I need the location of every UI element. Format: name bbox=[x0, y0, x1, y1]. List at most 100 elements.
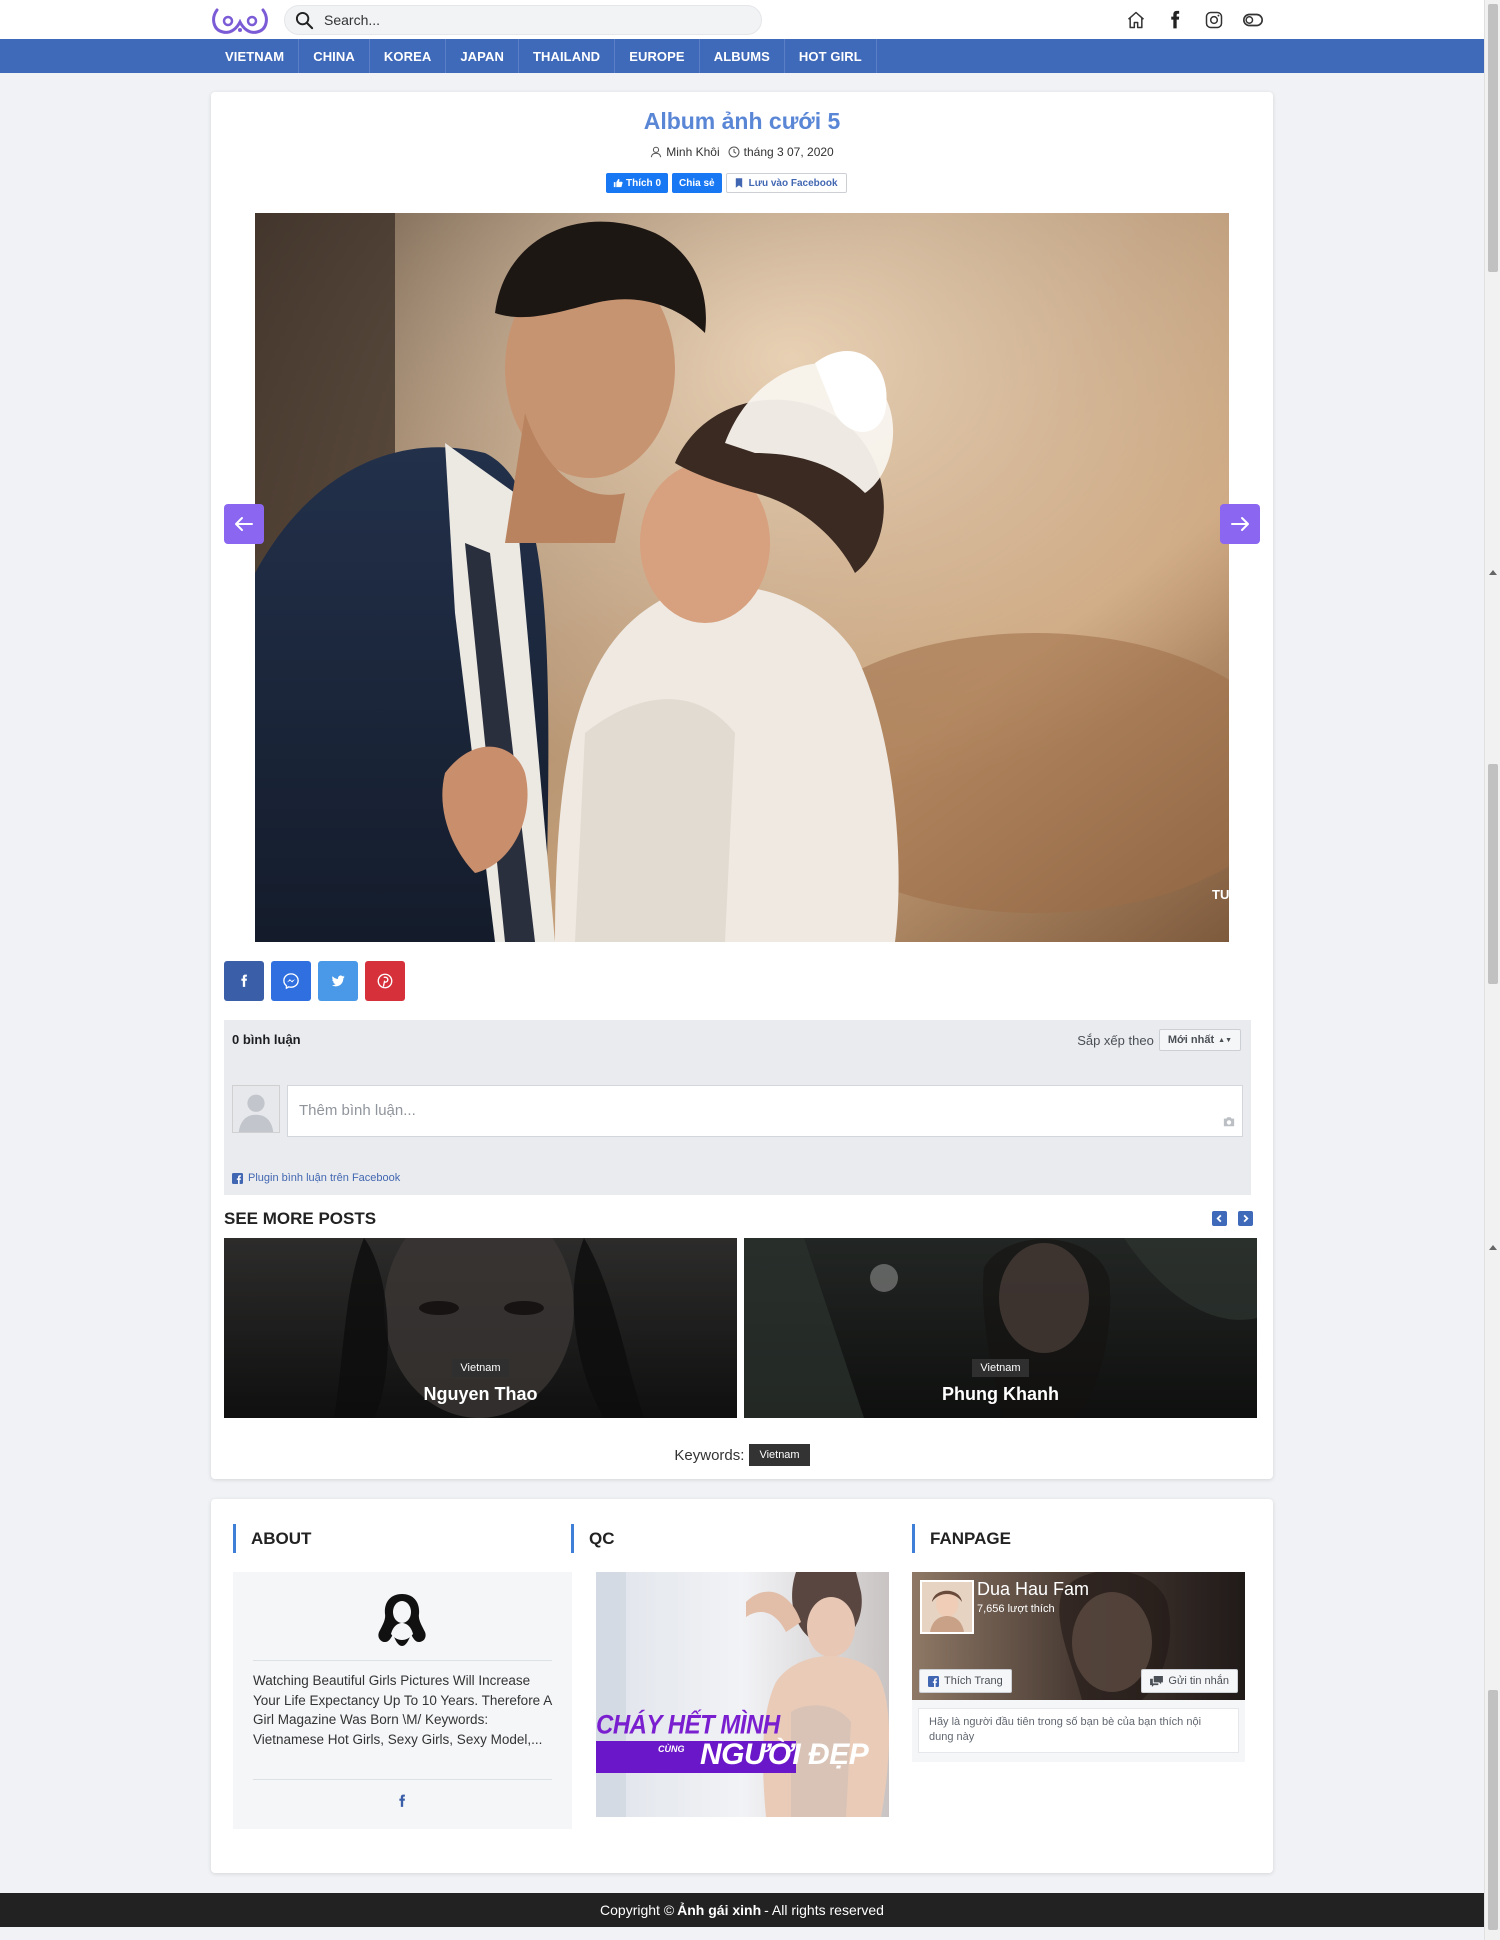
see-more-prev-button[interactable] bbox=[1212, 1211, 1227, 1226]
nav-item-albums[interactable]: ALBUMS bbox=[700, 39, 785, 73]
fanpage-likes: 7,656 lượt thích bbox=[977, 1603, 1055, 1615]
copyright-prefix: Copyright © bbox=[600, 1902, 675, 1918]
see-more-title: SEE MORE POSTS bbox=[224, 1209, 377, 1228]
see-more-arrows bbox=[1212, 1211, 1253, 1226]
comment-count: 0 bình luận bbox=[232, 1032, 301, 1047]
about-title: ABOUT bbox=[233, 1524, 311, 1553]
ad-headline-2: NGƯỜI ĐẸP bbox=[700, 1738, 869, 1771]
search-box[interactable]: Search... bbox=[284, 5, 762, 35]
scroll-up-icon[interactable] bbox=[1489, 1245, 1497, 1250]
scrollbar-thumb[interactable] bbox=[1488, 1690, 1498, 1930]
sort-select[interactable]: Mới nhất ▲▼ bbox=[1158, 1029, 1241, 1051]
nav-item-vietnam[interactable]: VIETNAM bbox=[211, 39, 300, 73]
facebook-share-button[interactable]: Chia sẻ bbox=[672, 173, 722, 193]
chevron-right-icon bbox=[1243, 1214, 1249, 1223]
related-post-title[interactable]: Phung Khanh bbox=[744, 1384, 1257, 1405]
header-icons bbox=[1124, 8, 1265, 32]
comments-plugin-link[interactable]: Plugin bình luận trên Facebook bbox=[232, 1172, 400, 1184]
nav-item-korea[interactable]: KOREA bbox=[370, 39, 447, 73]
share-messenger-button[interactable] bbox=[271, 961, 311, 1001]
album-photo[interactable]: TU bbox=[255, 213, 1229, 942]
related-post-title[interactable]: Nguyen Thao bbox=[224, 1384, 737, 1405]
site-logo-icon[interactable] bbox=[211, 4, 269, 36]
scrollbar-thumb[interactable] bbox=[1488, 4, 1498, 272]
arrow-left-icon bbox=[235, 517, 253, 531]
previous-photo-button[interactable] bbox=[224, 504, 264, 544]
fanpage-message-button[interactable]: Gửi tin nhắn bbox=[1141, 1669, 1238, 1693]
nav-item-europe[interactable]: EUROPE bbox=[615, 39, 700, 73]
post-date: tháng 3 07, 2020 bbox=[743, 145, 834, 159]
sort-label: Sắp xếp theo bbox=[1077, 1032, 1154, 1048]
footer-widgets: ABOUT QC FANPAGE Watching Beautiful Girl… bbox=[211, 1499, 1273, 1873]
arrow-right-icon bbox=[1231, 517, 1249, 531]
see-more-next-button[interactable] bbox=[1238, 1211, 1253, 1226]
copyright-suffix: - All rights reserved bbox=[764, 1902, 884, 1918]
scroll-up-icon[interactable] bbox=[1489, 570, 1497, 575]
search-input[interactable]: Search... bbox=[324, 12, 380, 28]
share-twitter-button[interactable] bbox=[318, 961, 358, 1001]
commenter-avatar bbox=[232, 1085, 280, 1133]
photo-watermark: TU bbox=[1212, 887, 1229, 902]
comment-input[interactable]: Thêm bình luận... bbox=[287, 1085, 1243, 1137]
bookmark-icon bbox=[735, 178, 742, 188]
keyword-tag[interactable]: Vietnam bbox=[749, 1444, 810, 1466]
facebook-save-button[interactable]: Lưu vào Facebook bbox=[725, 173, 847, 193]
fanpage-title: FANPAGE bbox=[912, 1524, 1011, 1553]
related-post-card[interactable]: Vietnam Phung Khanh bbox=[744, 1238, 1257, 1418]
facebook-icon[interactable] bbox=[1163, 8, 1187, 32]
message-icon bbox=[1150, 1675, 1164, 1687]
related-post-category[interactable]: Vietnam bbox=[972, 1359, 1029, 1377]
share-buttons bbox=[224, 961, 405, 1001]
about-logo-icon bbox=[375, 1590, 430, 1650]
camera-icon[interactable] bbox=[1222, 1116, 1236, 1128]
copyright-brand[interactable]: Ảnh gái xinh bbox=[677, 1902, 761, 1918]
facebook-square-icon bbox=[232, 1172, 243, 1184]
thumbs-up-icon bbox=[613, 178, 623, 188]
top-bar: Search... bbox=[0, 0, 1484, 39]
fanpage-name[interactable]: Dua Hau Fam bbox=[977, 1579, 1089, 1600]
ad-headline: CHÁY HẾT MÌNH bbox=[596, 1710, 780, 1741]
select-arrows-icon: ▲▼ bbox=[1218, 1036, 1232, 1044]
post-title: Album ảnh cưới 5 bbox=[643, 108, 841, 134]
qc-title: QC bbox=[571, 1524, 615, 1553]
fanpage-like-button[interactable]: Thích Trang bbox=[919, 1669, 1012, 1693]
scrollbar-thumb[interactable] bbox=[1488, 764, 1498, 984]
clock-icon bbox=[728, 146, 740, 158]
keywords-label: Keywords: bbox=[674, 1446, 745, 1464]
nav-item-hot-girl[interactable]: HOT GIRL bbox=[785, 39, 877, 73]
twitter-share-icon bbox=[331, 975, 345, 987]
theme-toggle-icon[interactable] bbox=[1241, 8, 1265, 32]
facebook-share-icon bbox=[241, 974, 247, 987]
facebook-actions: Thích 0 Chia sẻ Lưu vào Facebook bbox=[606, 173, 847, 193]
facebook-like-button[interactable]: Thích 0 bbox=[606, 173, 669, 193]
next-photo-button[interactable] bbox=[1220, 504, 1260, 544]
comment-sort: Sắp xếp theo Mới nhất ▲▼ bbox=[1077, 1029, 1241, 1051]
share-pinterest-button[interactable] bbox=[365, 961, 405, 1001]
about-text: Watching Beautiful Girls Pictures Will I… bbox=[253, 1673, 552, 1747]
post-meta: Minh Khôi tháng 3 07, 2020 bbox=[211, 145, 1273, 159]
share-facebook-button[interactable] bbox=[224, 961, 264, 1001]
messenger-share-icon bbox=[283, 973, 299, 990]
home-icon[interactable] bbox=[1124, 8, 1148, 32]
nav-item-thailand[interactable]: THAILAND bbox=[519, 39, 616, 73]
page-scrollbar[interactable] bbox=[1484, 0, 1500, 1940]
copyright-bar: Copyright © Ảnh gái xinh - All rights re… bbox=[0, 1893, 1484, 1927]
fanpage-box: Dua Hau Fam 7,656 lượt thích Thích Trang… bbox=[912, 1572, 1245, 1762]
fanpage-description: Hãy là người đầu tiên trong số bạn bè củ… bbox=[918, 1708, 1239, 1753]
ad-banner[interactable]: CHÁY HẾT MÌNH CÙNG NGƯỜI ĐẸP bbox=[596, 1572, 889, 1817]
nav-item-china[interactable]: CHINA bbox=[299, 39, 370, 73]
nav-item-japan[interactable]: JAPAN bbox=[446, 39, 519, 73]
about-facebook-icon[interactable] bbox=[395, 1794, 409, 1813]
post-author[interactable]: Minh Khôi bbox=[666, 145, 719, 159]
chevron-left-icon bbox=[1216, 1214, 1222, 1223]
instagram-icon[interactable] bbox=[1202, 8, 1226, 32]
related-post-category[interactable]: Vietnam bbox=[452, 1359, 509, 1377]
about-box: Watching Beautiful Girls Pictures Will I… bbox=[233, 1572, 572, 1829]
pinterest-share-icon bbox=[377, 973, 393, 989]
fanpage-avatar[interactable] bbox=[920, 1580, 974, 1634]
search-icon bbox=[295, 11, 314, 29]
user-icon bbox=[651, 146, 662, 158]
related-post-card[interactable]: Vietnam Nguyen Thao bbox=[224, 1238, 737, 1418]
main-nav: VIETNAM CHINA KOREA JAPAN THAILAND EUROP… bbox=[0, 39, 1484, 73]
keywords-row: Keywords: Vietnam bbox=[211, 1444, 1273, 1466]
